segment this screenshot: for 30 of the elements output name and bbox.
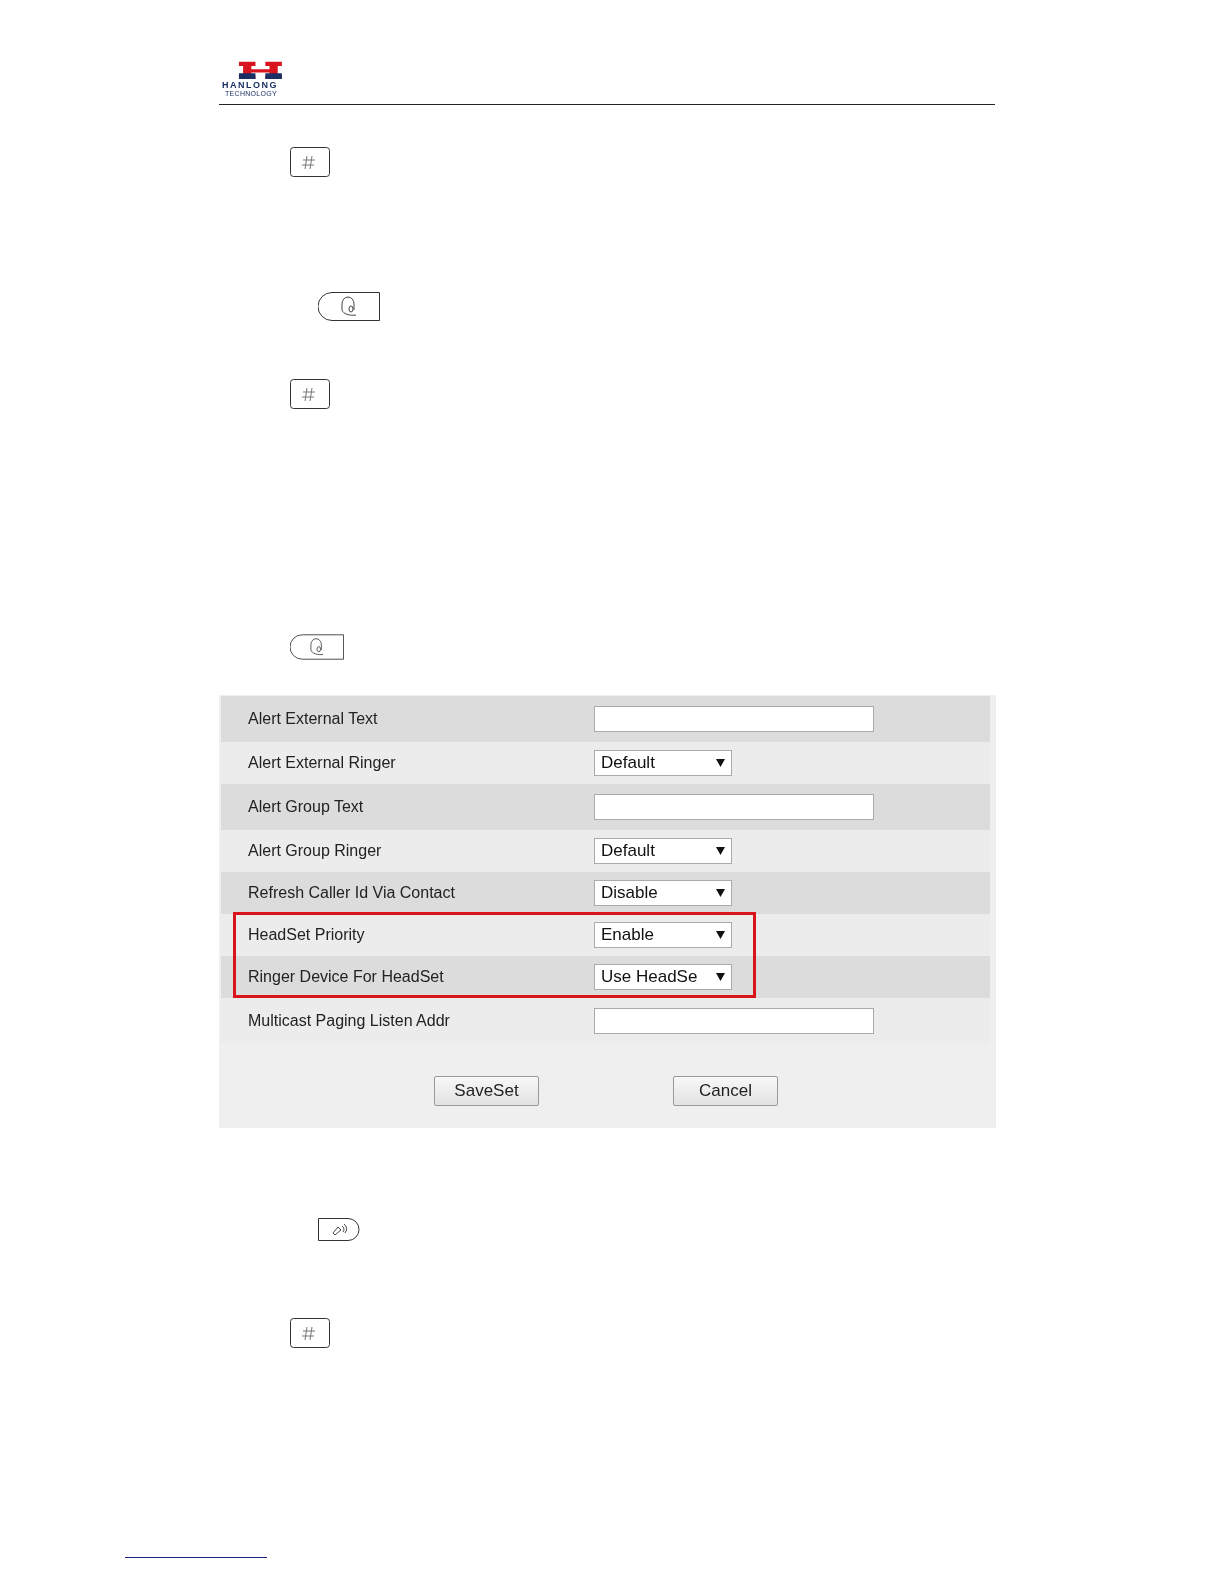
hash-key-icon xyxy=(290,147,330,177)
cancel-button[interactable]: Cancel xyxy=(673,1076,778,1106)
text-field[interactable] xyxy=(594,794,874,820)
setting-label: Alert External Ringer xyxy=(248,754,397,772)
dropdown[interactable]: Default xyxy=(594,750,732,776)
caret-icon xyxy=(716,847,725,855)
hash-key-icon xyxy=(290,1318,330,1348)
setting-label: Multicast Paging Listen Addr xyxy=(248,1012,451,1030)
speaker-key-icon xyxy=(318,1218,360,1241)
headset-key-icon xyxy=(318,292,380,321)
caret-icon xyxy=(716,973,725,981)
dropdown[interactable]: Use HeadSe xyxy=(594,964,732,990)
setting-label: Refresh Caller Id Via Contact xyxy=(248,884,456,902)
brand-name: HANLONG xyxy=(222,80,278,90)
caret-icon xyxy=(716,759,725,767)
caret-icon xyxy=(716,889,725,897)
setting-label: Alert External Text xyxy=(248,710,379,728)
dropdown[interactable]: Disable xyxy=(594,880,732,906)
setting-label: Alert Group Ringer xyxy=(248,842,383,860)
setting-label: Ringer Device For HeadSet xyxy=(248,968,445,986)
setting-label: Alert Group Text xyxy=(248,798,365,816)
dropdown[interactable]: Enable xyxy=(594,922,732,948)
hash-key-icon xyxy=(290,379,330,409)
headset-key-icon xyxy=(290,634,344,660)
text-field[interactable] xyxy=(594,1008,874,1034)
setting-label: HeadSet Priority xyxy=(248,926,366,944)
dropdown[interactable]: Default xyxy=(594,838,732,864)
caret-icon xyxy=(716,931,725,939)
save-button[interactable]: SaveSet xyxy=(434,1076,539,1106)
text-field[interactable] xyxy=(594,706,874,732)
